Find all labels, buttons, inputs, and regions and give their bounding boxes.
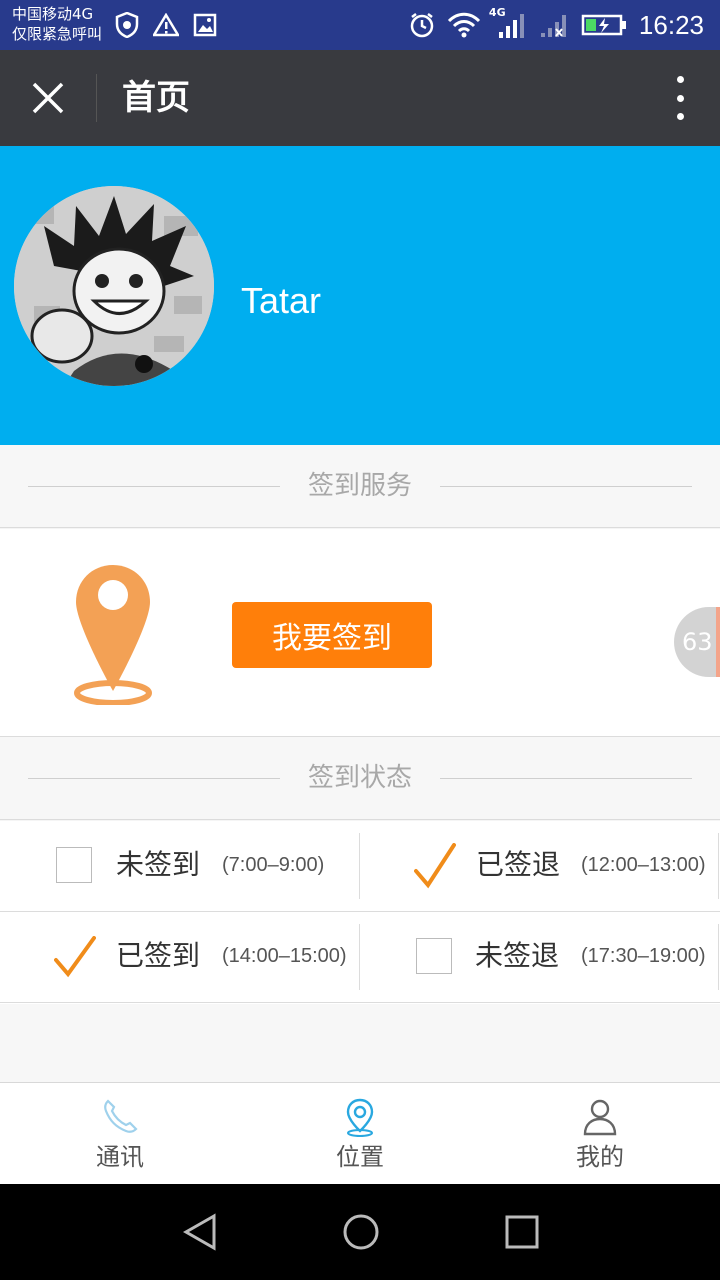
checkbox-unchecked <box>416 938 452 974</box>
section-header-checkin-service: 签到服务 <box>0 445 720 528</box>
avatar[interactable] <box>14 186 214 386</box>
clock: 16:23 <box>638 10 704 40</box>
tab-location[interactable]: 位置 <box>240 1083 480 1185</box>
status-cell: 已签退 (12:00–13:00) <box>360 821 720 912</box>
carrier-name: 中国移动4G <box>12 5 94 23</box>
time-range: (17:30–19:00) <box>581 945 706 967</box>
checkmark-icon <box>414 843 456 889</box>
checkbox-unchecked <box>56 847 92 883</box>
status-cell: 已签到 (14:00–15:00) <box>0 912 359 1003</box>
title-divider <box>96 74 97 122</box>
signal-no-sim-icon <box>540 15 566 37</box>
status-label: 已签到 <box>116 939 201 972</box>
system-status-icons: 4G 16:23 <box>409 6 704 42</box>
close-button[interactable] <box>18 70 78 126</box>
more-dot <box>676 94 684 102</box>
more-menu-button[interactable] <box>670 76 690 120</box>
signal-4g-icon: 4G <box>489 6 527 40</box>
status-row: 未签到 (7:00–9:00) 已签退 (12:00–13:00) <box>0 821 720 912</box>
status-row: 已签到 (14:00–15:00) 未签退 (17:30–19:00) <box>0 912 720 1003</box>
warning-icon <box>153 13 179 37</box>
back-icon[interactable] <box>178 1210 222 1254</box>
system-nav-bar <box>0 1184 720 1280</box>
divider-line <box>440 486 692 487</box>
section-header-checkin-status: 签到状态 <box>0 737 720 820</box>
status-label: 已签退 <box>476 848 561 881</box>
page-title: 首页 <box>122 78 190 118</box>
wifi-icon <box>447 12 480 38</box>
status-label: 未签退 <box>475 939 560 972</box>
location-pin-icon <box>74 565 152 705</box>
carrier-info: 中国移动4G 仅限紧急呼叫 <box>12 4 102 44</box>
cell-divider <box>718 924 719 990</box>
bottom-tab-bar: 通讯 位置 我的 <box>0 1082 720 1184</box>
location-icon <box>346 1098 374 1137</box>
more-dot <box>676 113 684 120</box>
status-cell: 未签到 (7:00–9:00) <box>0 821 359 912</box>
alarm-icon <box>410 13 434 38</box>
battery-charging-icon <box>581 14 626 36</box>
profile-header: Tatar <box>0 146 720 445</box>
image-icon <box>193 13 217 37</box>
cell-divider <box>718 833 719 899</box>
status-bar: 中国移动4G 仅限紧急呼叫 4G 16:23 <box>0 0 720 50</box>
checkin-panel: 我要签到 63 <box>0 529 720 737</box>
content-spacer <box>0 1004 720 1082</box>
home-icon[interactable] <box>339 1210 383 1254</box>
more-dot <box>676 76 684 83</box>
tab-label: 位置 <box>336 1143 384 1171</box>
status-grid: 未签到 (7:00–9:00) 已签退 (12:00–13:00) 已签到 (1… <box>0 821 720 1004</box>
status-label: 未签到 <box>116 848 201 881</box>
badge-edge <box>716 607 720 677</box>
time-range: (7:00–9:00) <box>222 854 325 876</box>
emergency-only: 仅限紧急呼叫 <box>12 25 103 43</box>
status-cell: 未签退 (17:30–19:00) <box>360 912 720 1003</box>
checkin-button[interactable]: 我要签到 <box>232 602 432 668</box>
notification-icons <box>115 12 217 38</box>
user-icon <box>583 1099 617 1136</box>
tab-label: 通讯 <box>96 1143 144 1171</box>
title-bar: 首页 <box>0 50 720 146</box>
checkmark-icon <box>54 936 96 978</box>
tab-label: 我的 <box>576 1143 624 1171</box>
tab-contacts[interactable]: 通讯 <box>0 1083 240 1185</box>
divider-line <box>440 778 692 779</box>
checkbox-checked <box>54 936 96 978</box>
username: Tatar <box>241 280 322 321</box>
phone-icon <box>104 1099 138 1133</box>
shield-icon <box>115 12 139 38</box>
tab-profile[interactable]: 我的 <box>480 1083 720 1185</box>
close-icon <box>32 82 64 114</box>
time-range: (14:00–15:00) <box>222 945 347 967</box>
recent-apps-icon[interactable] <box>500 1210 544 1254</box>
time-range: (12:00–13:00) <box>581 854 706 876</box>
avatar-image <box>14 186 214 386</box>
floating-badge[interactable]: 63 <box>674 607 720 677</box>
